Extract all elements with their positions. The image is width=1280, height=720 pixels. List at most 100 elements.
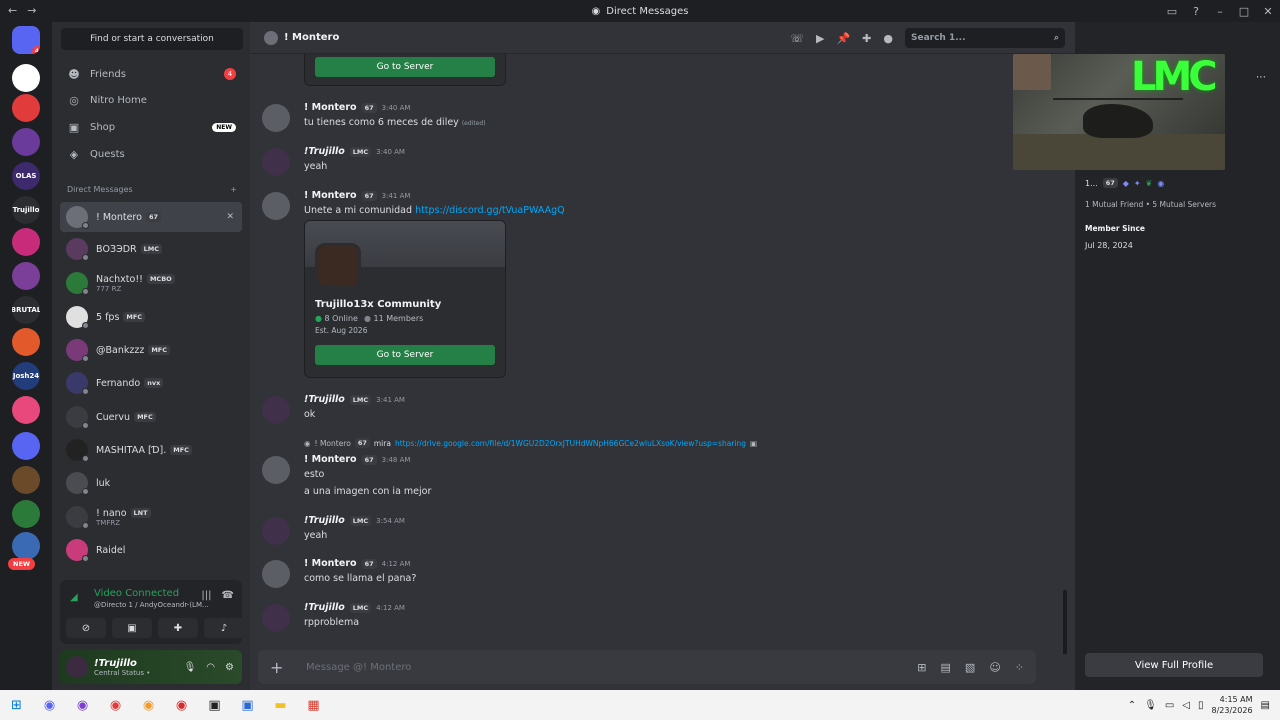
avatar[interactable] — [262, 192, 290, 220]
tray-volume-icon[interactable]: ◁ — [1182, 700, 1190, 711]
clan-tag[interactable]: LMC — [349, 394, 372, 405]
microphone-icon[interactable]: 🎙 — [184, 662, 197, 673]
server-icon[interactable] — [12, 228, 40, 256]
nav-quests[interactable]: ◈ Quests — [60, 142, 242, 166]
clan-tag[interactable]: 67 — [361, 454, 377, 465]
server-icon[interactable] — [12, 396, 40, 424]
author-name[interactable]: !Trujillo — [304, 515, 345, 526]
server-icon[interactable] — [12, 328, 40, 356]
create-dm-icon[interactable]: + — [230, 185, 237, 194]
app-taskbar-icon[interactable]: ◉ — [66, 692, 99, 718]
gif-icon[interactable]: ▤ — [941, 661, 951, 674]
activities-button[interactable]: ✚ — [158, 618, 198, 638]
close-dm-icon[interactable]: ✕ — [226, 212, 234, 222]
avatar[interactable] — [262, 560, 290, 588]
game-taskbar-icon[interactable]: ▦ — [297, 692, 330, 718]
user-info[interactable]: !Trujillo Central Status • — [94, 658, 150, 677]
avatar[interactable] — [262, 517, 290, 545]
dm-item[interactable]: Cuervu MFC — [60, 402, 242, 432]
emoji-icon[interactable]: ☺ — [989, 661, 1000, 674]
clan-tag[interactable]: LMC — [349, 146, 372, 157]
add-friends-icon[interactable]: ✚ — [862, 32, 871, 45]
apps-icon[interactable]: ⁘ — [1015, 661, 1024, 674]
noise-suppression-icon[interactable]: ||| — [201, 590, 211, 601]
avatar[interactable] — [262, 396, 290, 424]
server-icon[interactable]: Josh24 — [12, 362, 40, 390]
nav-friends[interactable]: ☻ Friends 4 — [60, 62, 242, 86]
view-full-profile-button[interactable]: View Full Profile — [1085, 653, 1263, 677]
search-input[interactable]: Search 1... ⌕ — [905, 28, 1065, 48]
author-name[interactable]: ! Montero — [304, 102, 357, 113]
app2-taskbar-icon[interactable]: ◉ — [132, 692, 165, 718]
scrollbar[interactable] — [1063, 590, 1067, 654]
dm-item[interactable]: ! nano LNT TMFRZ — [60, 502, 242, 532]
pin-icon[interactable]: 📌 — [836, 32, 850, 45]
dm-item[interactable]: MASHITAA [Ɗ]. MFC — [60, 435, 242, 465]
tray-mic-icon[interactable]: 🎙 — [1144, 700, 1157, 711]
reply-link[interactable]: https://drive.google.com/file/d/1WGU2D2O… — [395, 439, 746, 448]
discord-taskbar-icon[interactable]: ◉ — [33, 692, 66, 718]
author-name[interactable]: !Trujillo — [304, 146, 345, 157]
badge-shield-icon[interactable]: ◆ — [1123, 179, 1129, 188]
server-icon[interactable] — [12, 64, 40, 92]
forward-arrow-icon[interactable]: → — [27, 4, 36, 17]
clan-tag[interactable]: 67 — [361, 102, 377, 113]
direct-messages-icon[interactable]: 4 — [12, 26, 40, 54]
screen-share-button[interactable]: ▣ — [112, 618, 152, 638]
close-button[interactable]: ✕ — [1256, 5, 1280, 18]
profile-tag[interactable]: 67 — [1102, 178, 1118, 188]
avatar[interactable] — [262, 604, 290, 632]
clan-tag[interactable]: LMC — [349, 602, 372, 613]
settings-gear-icon[interactable]: ⚙ — [225, 662, 234, 673]
help-icon[interactable]: ? — [1184, 5, 1208, 18]
user-profile-icon[interactable]: ● — [883, 32, 893, 45]
clock[interactable]: 4:15 AM 8/23/2026 — [1212, 694, 1253, 716]
stream-preview[interactable]: LMC — [1013, 54, 1225, 170]
server-icon[interactable]: OLAS — [12, 162, 40, 190]
server-icon[interactable]: BRUTAL — [12, 296, 40, 324]
author-name[interactable]: ! Montero — [304, 190, 357, 201]
server-icon[interactable] — [12, 262, 40, 290]
disconnect-icon[interactable]: ☎ — [222, 590, 234, 601]
video-call-icon[interactable]: ▶ — [816, 32, 824, 45]
obs-taskbar-icon[interactable]: ◉ — [165, 692, 198, 718]
minimize-button[interactable]: – — [1208, 5, 1232, 18]
channel-name[interactable]: ! Montero — [284, 32, 339, 43]
gift-icon[interactable]: ⊞ — [917, 661, 926, 674]
server-icon[interactable] — [12, 432, 40, 460]
tray-battery-icon[interactable]: ▯ — [1198, 700, 1204, 711]
message-input[interactable] — [306, 661, 866, 673]
headphones-icon[interactable]: ◠ — [206, 662, 215, 673]
tray-network-icon[interactable]: ▭ — [1165, 700, 1174, 711]
mutual-servers[interactable]: 5 Mutual Servers — [1152, 200, 1216, 209]
server-icon[interactable] — [12, 466, 40, 494]
go-to-server-button[interactable]: Go to Server — [315, 57, 495, 77]
maximize-button[interactable]: □ — [1232, 5, 1256, 18]
start-button-icon[interactable]: ⊞ — [0, 692, 33, 718]
author-name[interactable]: !Trujillo — [304, 602, 345, 613]
server-icon[interactable]: Trujillo — [12, 196, 40, 224]
dm-item[interactable]: Fernando nvx — [60, 368, 242, 398]
badge-orb-icon[interactable]: ◉ — [1157, 179, 1164, 188]
dm-item[interactable]: ВОЗЭDR LMC — [60, 234, 242, 264]
chrome-taskbar-icon[interactable]: ◉ — [99, 692, 132, 718]
nav-shop[interactable]: ▣ Shop NEW — [60, 115, 242, 139]
dm-item[interactable]: Nachxto!! MCBO 777 RZ — [60, 268, 242, 298]
avatar[interactable] — [262, 104, 290, 132]
attach-plus-icon[interactable]: + — [270, 658, 290, 677]
server-icon[interactable] — [12, 500, 40, 528]
voice-channel[interactable]: @Directo 1 / AndyOceandr-(LM... — [94, 601, 209, 609]
clan-tag[interactable]: 67 — [361, 190, 377, 201]
inbox-icon[interactable]: ▭ — [1160, 5, 1184, 18]
user-avatar[interactable] — [66, 656, 88, 678]
server-icon[interactable] — [12, 94, 40, 122]
author-name[interactable]: ! Montero — [304, 454, 357, 465]
find-conversation-button[interactable]: Find or start a conversation — [61, 28, 243, 50]
dm-item[interactable]: ! Montero 67 ✕ — [60, 202, 242, 232]
author-name[interactable]: ! Montero — [304, 558, 357, 569]
store-taskbar-icon[interactable]: ▣ — [231, 692, 264, 718]
voice-call-icon[interactable]: ☏ — [790, 32, 804, 45]
avatar[interactable] — [262, 148, 290, 176]
soundboard-button[interactable]: ♪ — [204, 618, 244, 638]
back-arrow-icon[interactable]: ← — [8, 4, 17, 17]
